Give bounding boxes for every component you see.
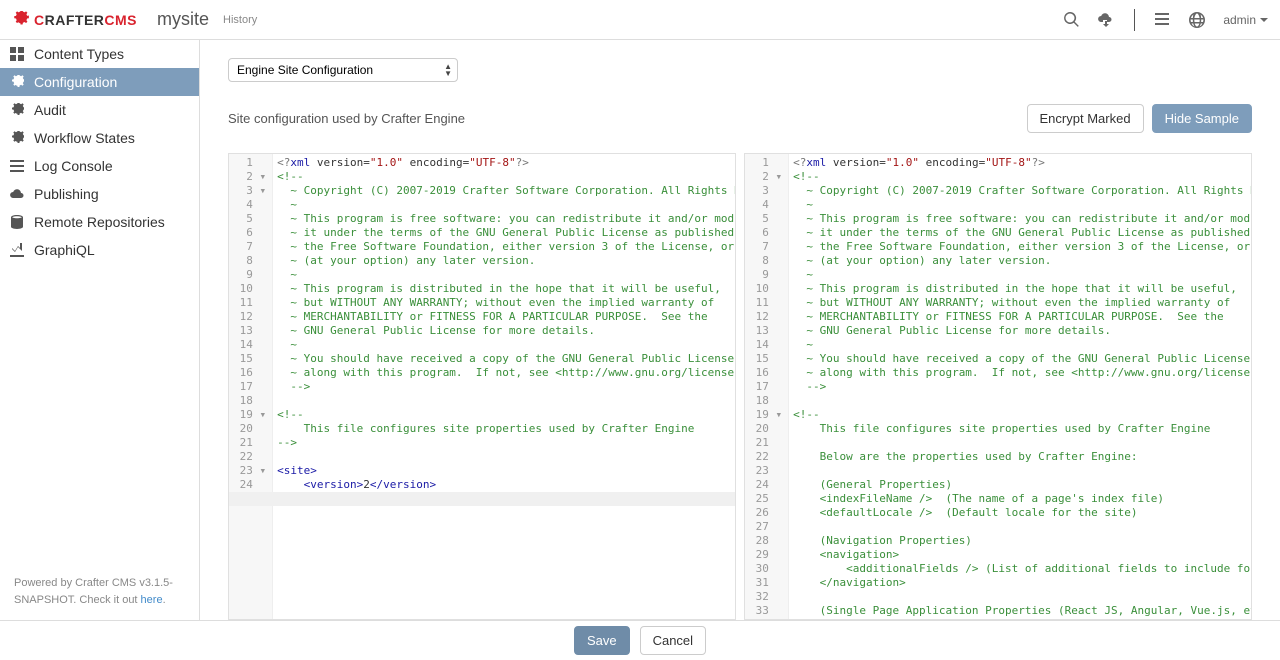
sidebar-item-label: Log Console	[34, 158, 113, 174]
gear-icon	[10, 75, 24, 89]
sidebar-item-label: Workflow States	[34, 130, 135, 146]
history-link[interactable]: History	[223, 14, 257, 26]
config-file-select[interactable]: Engine Site Configuration	[228, 58, 458, 82]
here-link[interactable]: here	[141, 594, 163, 606]
sidebar-item-label: Content Types	[34, 46, 124, 62]
sidebar-item-label: Remote Repositories	[34, 214, 165, 230]
sidebar-footer: Powered by Crafter CMS v3.1.5- SNAPSHOT.…	[0, 575, 199, 620]
hide-sample-button[interactable]: Hide Sample	[1152, 104, 1252, 133]
cloud-icon	[10, 187, 24, 201]
user-name: admin	[1223, 13, 1256, 27]
publish-icon[interactable]	[1098, 12, 1114, 28]
cancel-button[interactable]: Cancel	[640, 626, 706, 655]
sidebar-item-label: Audit	[34, 102, 66, 118]
gutter-right: 1 2 ▾ 3 4 5 6 7 8 9 10 11 12 13 14 15 16…	[745, 154, 789, 619]
search-icon[interactable]	[1064, 12, 1080, 28]
grid-icon	[10, 47, 24, 61]
sidebar-item-log-console[interactable]: Log Console	[0, 152, 199, 180]
caret-down-icon	[1260, 18, 1268, 22]
site-name[interactable]: mysite	[157, 9, 209, 30]
gutter-left: 1 2 ▾ 3 ▾ 4 5 6 7 8 9 10 11 12 13 14 15 …	[229, 154, 273, 619]
footer-actions: Save Cancel	[0, 620, 1280, 660]
save-button[interactable]: Save	[574, 626, 630, 655]
content-area: Engine Site Configuration ▲▼ Site config…	[200, 40, 1280, 620]
globe-icon[interactable]	[1189, 12, 1205, 28]
sidebar-item-publishing[interactable]: Publishing	[0, 180, 199, 208]
menu-icon[interactable]	[1155, 12, 1171, 28]
sidebar-item-label: GraphiQL	[34, 242, 95, 258]
gear-icon	[10, 131, 24, 145]
editor-left[interactable]: 1 2 ▾ 3 ▾ 4 5 6 7 8 9 10 11 12 13 14 15 …	[228, 153, 736, 620]
code-right: <?xml version="1.0" encoding="UTF-8"?> <…	[789, 154, 1251, 619]
code-left[interactable]: <?xml version="1.0" encoding="UTF-8"?> <…	[273, 154, 735, 619]
gear-icon	[10, 103, 24, 117]
sidebar-item-remote-repositories[interactable]: Remote Repositories	[0, 208, 199, 236]
sidebar-item-audit[interactable]: Audit	[0, 96, 199, 124]
editor-right: 1 2 ▾ 3 4 5 6 7 8 9 10 11 12 13 14 15 16…	[744, 153, 1252, 620]
gear-icon	[12, 11, 30, 29]
chart-icon	[10, 243, 24, 257]
list-icon	[10, 159, 24, 173]
sidebar-item-configuration[interactable]: Configuration	[0, 68, 199, 96]
sidebar-item-content-types[interactable]: Content Types	[0, 40, 199, 68]
sidebar-item-graphiql[interactable]: GraphiQL	[0, 236, 199, 264]
sidebar-item-workflow-states[interactable]: Workflow States	[0, 124, 199, 152]
db-icon	[10, 215, 24, 229]
encrypt-marked-button[interactable]: Encrypt Marked	[1027, 104, 1144, 133]
config-description: Site configuration used by Crafter Engin…	[228, 111, 465, 126]
user-menu[interactable]: admin	[1223, 13, 1268, 27]
product-logo[interactable]: CRAFTERCMS	[12, 11, 137, 29]
separator	[1134, 9, 1135, 31]
sidebar-item-label: Publishing	[34, 186, 99, 202]
app-header: CRAFTERCMS mysite History admin	[0, 0, 1280, 40]
sidebar-item-label: Configuration	[34, 74, 117, 90]
sidebar: Content Types Configuration Audit Workflow …	[0, 40, 200, 620]
